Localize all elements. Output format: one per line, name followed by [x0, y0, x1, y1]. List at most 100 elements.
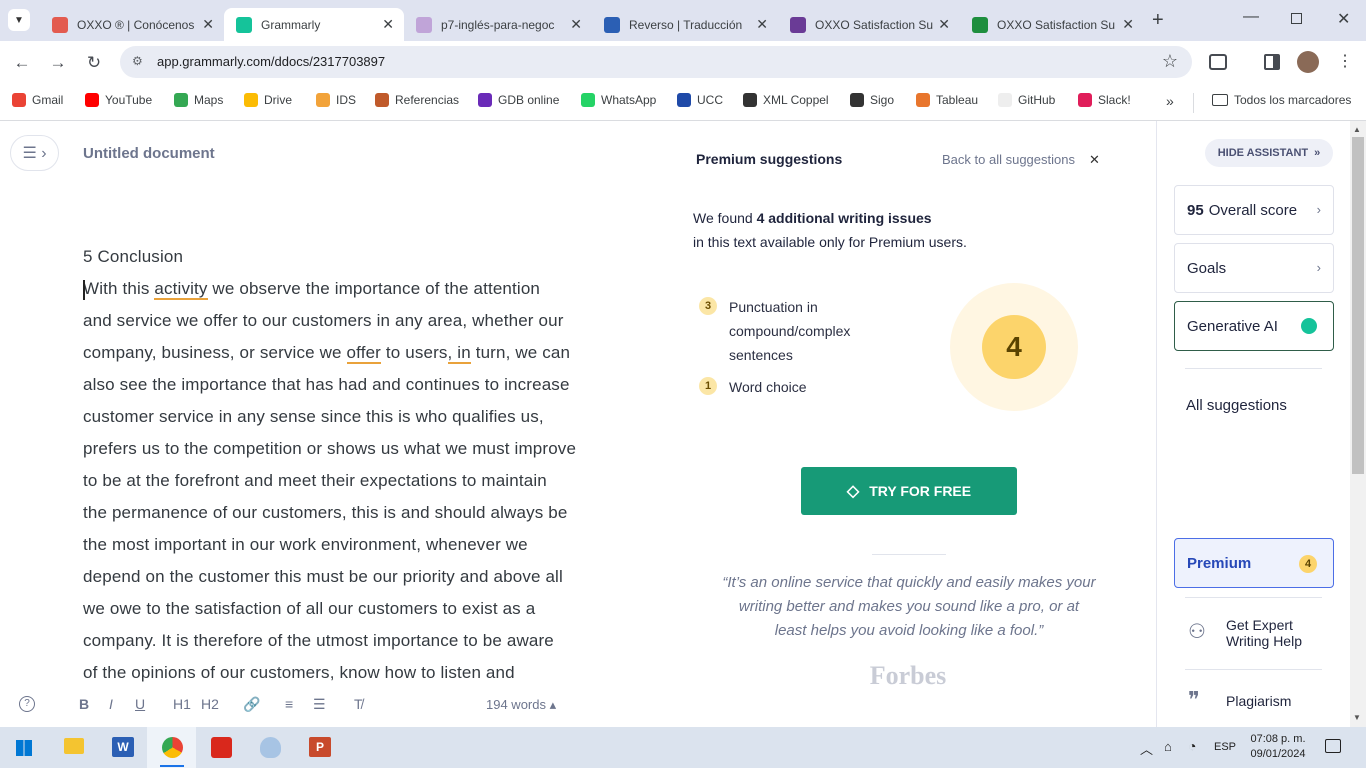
heading2-button[interactable]: H2	[201, 696, 219, 712]
browser-tab[interactable]: OXXO ® | Conócenos ✕	[40, 8, 224, 41]
clock[interactable]: 07:08 p. m. 09/01/2024	[1248, 732, 1308, 762]
bookmark-item[interactable]: Slack!	[1078, 93, 1131, 107]
bookmark-item[interactable]: Gmail	[12, 93, 63, 107]
premium-card[interactable]: Premium 4	[1174, 538, 1334, 588]
scrollbar[interactable]: ▲ ▼	[1350, 121, 1366, 727]
chrome-icon[interactable]	[162, 737, 183, 758]
tab-close-icon[interactable]: ✕	[756, 16, 768, 33]
menu-toggle-button[interactable]: ☰ ›	[10, 135, 59, 171]
bookmark-item[interactable]: YouTube	[85, 93, 152, 107]
restore-button[interactable]	[1291, 13, 1302, 24]
bulleted-list-icon[interactable]: ☰	[313, 696, 326, 713]
tab-close-icon[interactable]: ✕	[938, 16, 950, 33]
bookmark-icon	[375, 93, 389, 107]
reload-button[interactable]: ↻	[82, 51, 106, 75]
word-icon[interactable]: W	[112, 737, 134, 757]
tab-title: Grammarly	[261, 17, 321, 32]
issue-label: Punctuation in compound/complex sentence…	[729, 299, 851, 363]
overall-score-card[interactable]: 95 Overall score ›	[1174, 185, 1334, 235]
tab-close-icon[interactable]: ✕	[1122, 16, 1134, 33]
tab-title: p7-inglés-para-negoc	[441, 17, 555, 32]
back-to-suggestions-link[interactable]: Back to all suggestions ✕	[942, 152, 1100, 168]
tab-title: OXXO Satisfaction Su	[997, 17, 1116, 32]
link-icon[interactable]: 🔗	[243, 696, 260, 713]
bookmark-star-icon[interactable]: ☆	[1162, 51, 1178, 72]
paint-icon[interactable]	[260, 737, 281, 758]
premium-count-badge: 4	[1299, 555, 1317, 573]
underline-button[interactable]: U	[135, 696, 145, 712]
tab-close-icon[interactable]: ✕	[202, 16, 214, 33]
all-bookmarks-folder[interactable]: Todos los marcadores	[1212, 93, 1351, 107]
bookmark-label: IDS	[336, 93, 357, 107]
address-bar[interactable]: ⚙ app.grammarly.com/ddocs/2317703897 ☆	[120, 46, 1192, 78]
minimize-button[interactable]: —	[1243, 8, 1259, 26]
assistant-sidebar: HIDE ASSISTANT» 95 Overall score › Goals …	[1156, 121, 1350, 727]
word-count[interactable]: 194 words ▴	[486, 697, 556, 713]
menu-icon[interactable]: ⋮	[1337, 51, 1353, 71]
powerpoint-icon[interactable]: P	[309, 737, 331, 757]
bookmark-icon	[316, 93, 330, 107]
close-window-button[interactable]: ✕	[1337, 9, 1350, 29]
notifications-icon[interactable]	[1325, 739, 1341, 753]
bookmark-label: WhatsApp	[601, 93, 657, 107]
back-button[interactable]: ←	[10, 51, 34, 75]
acrobat-icon[interactable]	[211, 737, 232, 758]
file-explorer-icon[interactable]	[64, 738, 84, 754]
bookmark-item[interactable]: Tableau	[916, 93, 978, 107]
hide-assistant-button[interactable]: HIDE ASSISTANT»	[1205, 139, 1333, 167]
all-suggestions-link[interactable]: All suggestions	[1186, 397, 1287, 414]
bookmark-item[interactable]: Drive	[244, 93, 292, 107]
doc-text-segment: to users	[381, 343, 448, 362]
bookmark-item[interactable]: XML Coppel	[743, 93, 829, 107]
try-for-free-button[interactable]: ◇ TRY FOR FREE	[801, 467, 1017, 515]
bookmark-label: Sigo	[870, 93, 895, 107]
bookmark-item[interactable]: Sigo	[850, 93, 894, 107]
bookmark-item[interactable]: Maps	[174, 93, 223, 107]
bookmark-item[interactable]: Referencias	[375, 93, 459, 107]
bookmark-item[interactable]: WhatsApp	[581, 93, 656, 107]
language-indicator[interactable]: ESP	[1214, 741, 1236, 753]
bookmark-item[interactable]: GDB online	[478, 93, 559, 107]
bookmark-icon	[850, 93, 864, 107]
windows-start-icon[interactable]	[16, 740, 32, 756]
browser-tab[interactable]: OXXO Satisfaction Su ✕	[778, 8, 960, 41]
bookmark-item[interactable]: UCC	[677, 93, 723, 107]
bookmark-icon	[174, 93, 188, 107]
goals-card[interactable]: Goals ›	[1174, 243, 1334, 293]
site-info-icon[interactable]: ⚙	[132, 54, 143, 68]
tray-chevron-icon[interactable]: ︿	[1140, 739, 1153, 758]
document-title[interactable]: Untitled document	[83, 145, 215, 162]
tab-close-icon[interactable]: ✕	[382, 16, 394, 33]
more-bookmarks-icon[interactable]: »	[1166, 93, 1174, 109]
forward-button[interactable]: →	[46, 51, 70, 75]
tab-search-button[interactable]: ▼	[8, 9, 30, 31]
bookmark-icon	[85, 93, 99, 107]
generative-ai-card[interactable]: Generative AI	[1174, 301, 1334, 351]
doc-heading[interactable]: 5 Conclusion	[83, 241, 183, 273]
double-chevron-icon: »	[1314, 147, 1321, 159]
doc-text-segment: prefers us to the competition or shows u…	[83, 439, 577, 458]
wifi-icon[interactable]: ◔	[1188, 738, 1196, 754]
side-panel-icon[interactable]	[1264, 54, 1280, 70]
profile-avatar[interactable]	[1297, 51, 1319, 73]
new-tab-button[interactable]: +	[1152, 9, 1164, 32]
extensions-icon[interactable]	[1209, 54, 1227, 70]
browser-tab[interactable]: p7-inglés-para-negoc ✕	[404, 8, 592, 41]
tab-close-icon[interactable]: ✕	[570, 16, 582, 33]
browser-tab[interactable]: OXXO Satisfaction Su ✕	[960, 8, 1144, 41]
browser-tab[interactable]: Grammarly ✕	[224, 8, 404, 41]
close-icon[interactable]: ✕	[1089, 152, 1100, 167]
doc-text-segment: , in	[447, 343, 471, 364]
clear-format-icon[interactable]: T̸	[354, 696, 363, 712]
bookmark-item[interactable]: GitHub	[998, 93, 1055, 107]
scrollbar-thumb[interactable]	[1352, 137, 1364, 474]
person-icon: ⚇	[1188, 621, 1206, 643]
help-icon[interactable]: ?	[19, 696, 35, 712]
heading1-button[interactable]: H1	[173, 696, 191, 712]
italic-button[interactable]: I	[109, 696, 113, 712]
numbered-list-icon[interactable]: ≡	[285, 696, 293, 712]
network-icon[interactable]: ⌂	[1164, 739, 1172, 754]
bold-button[interactable]: B	[79, 696, 89, 712]
browser-tab[interactable]: Reverso | Traducción ✕	[592, 8, 778, 41]
bookmark-item[interactable]: IDS	[316, 93, 356, 107]
